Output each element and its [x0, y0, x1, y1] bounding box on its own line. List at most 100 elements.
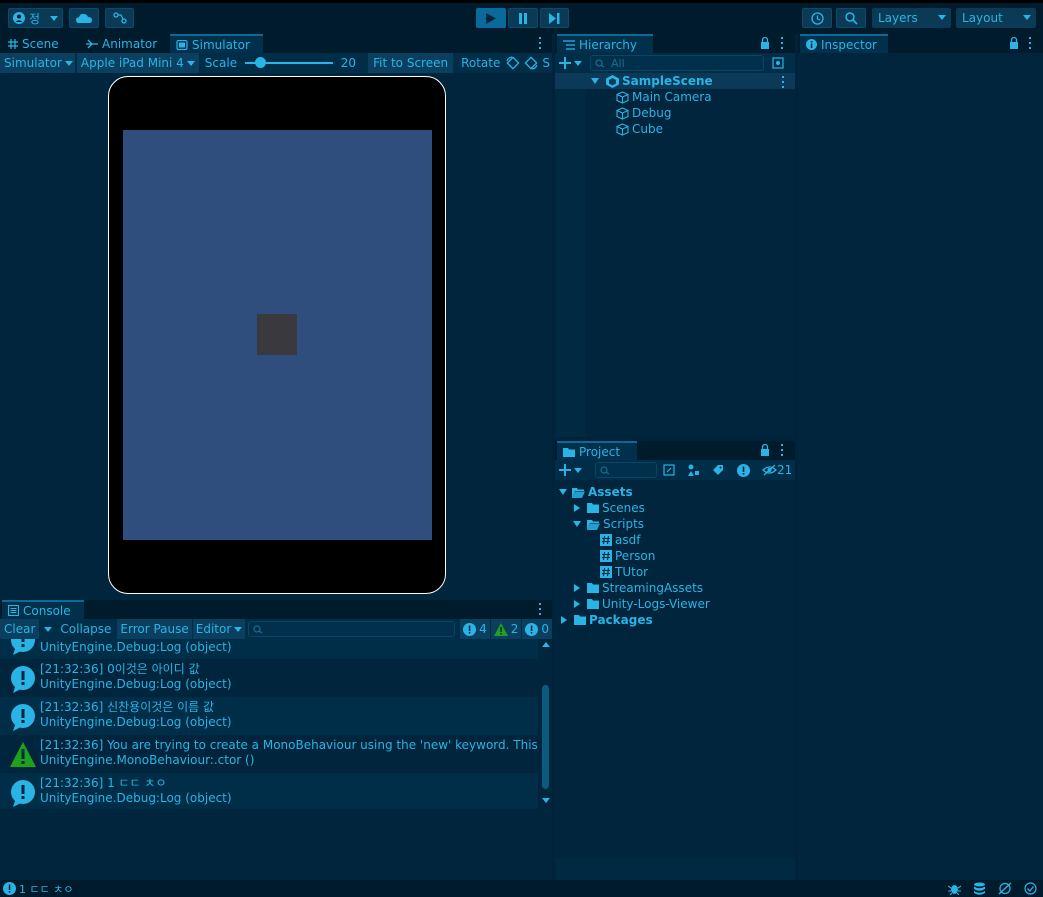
tab-inspector[interactable]: Inspector: [800, 34, 888, 53]
device-screen[interactable]: [123, 130, 432, 540]
error-filter-toggle[interactable]: 0: [522, 619, 552, 639]
console-scrollbar[interactable]: [539, 639, 552, 809]
safe-area-button[interactable]: S: [540, 53, 552, 73]
label-tag-icon[interactable]: [712, 464, 724, 476]
hierarchy-search-input[interactable]: All: [590, 55, 764, 71]
collapse-toggle[interactable]: Collapse: [56, 619, 115, 639]
search-button[interactable]: [836, 8, 866, 28]
tab-project-label: Project: [579, 444, 621, 459]
pause-button[interactable]: [508, 8, 538, 28]
project-script-asdf[interactable]: asdf: [600, 532, 640, 548]
hierarchy-item-debug[interactable]: Debug: [616, 105, 671, 121]
expand-arrow-icon[interactable]: [573, 521, 581, 527]
scale-slider[interactable]: [245, 53, 333, 73]
account-button[interactable]: 정: [8, 8, 63, 28]
more-options-icon[interactable]: [538, 37, 542, 49]
editor-dropdown[interactable]: Editor: [192, 619, 246, 639]
error-pause-toggle[interactable]: Error Pause: [117, 619, 192, 639]
log-entry[interactable]: [21:32:36] 1 ㄷㄷ ㅊㅇ UnityEngine.Debug:Log …: [0, 773, 538, 809]
more-options-icon[interactable]: [780, 37, 784, 49]
console-search-input[interactable]: [248, 621, 456, 637]
layers-dropdown[interactable]: Layers: [872, 8, 951, 28]
collapse-arrow-icon[interactable]: [574, 584, 580, 592]
warning-filter-icon[interactable]: [737, 463, 750, 477]
project-script-tutor[interactable]: TUtor: [600, 564, 648, 580]
log-entry[interactable]: [21:32:36] 신찬용이것은 이름 값 UnityEngine.Debug:…: [0, 697, 538, 735]
status-message[interactable]: 1 ㄷㄷ ㅊㅇ: [19, 881, 73, 897]
lock-icon[interactable]: [760, 444, 770, 456]
log-entry[interactable]: UnityEngine.Debug:Log (object): [0, 639, 538, 659]
clear-options-dropdown[interactable]: [39, 619, 56, 639]
scroll-down-icon[interactable]: [542, 798, 550, 803]
project-script-person[interactable]: Person: [600, 548, 655, 564]
expand-arrow-icon[interactable]: [559, 489, 567, 495]
script-label: asdf: [615, 533, 641, 547]
rotate-right-button[interactable]: [522, 53, 540, 73]
tab-scene[interactable]: Scene: [2, 34, 65, 53]
hierarchy-item-cube[interactable]: Cube: [616, 121, 663, 137]
tab-simulator[interactable]: Simulator: [170, 34, 263, 53]
project-folder-scenes[interactable]: Scenes: [574, 500, 645, 516]
create-asset-button[interactable]: [555, 460, 586, 480]
scrollbar-thumb[interactable]: [542, 685, 549, 789]
tab-hierarchy[interactable]: Hierarchy: [557, 34, 653, 53]
filter-type-icon[interactable]: [687, 464, 700, 476]
play-button[interactable]: [476, 8, 506, 28]
device-dropdown[interactable]: Apple iPad Mini 4: [76, 53, 199, 73]
project-folder-logs-viewer[interactable]: Unity-Logs-Viewer: [574, 596, 710, 612]
project-folder-packages[interactable]: Packages: [561, 612, 653, 628]
log-stack: UnityEngine.MonoBehaviour:.ctor (): [40, 753, 255, 767]
hierarchy-item-main-camera[interactable]: Main Camera: [616, 89, 712, 105]
hidden-packages-icon[interactable]: [762, 464, 777, 476]
device-bezel: [108, 76, 446, 594]
bug-icon[interactable]: [948, 882, 961, 895]
hierarchy-tabbar: Hierarchy: [555, 34, 795, 53]
collapse-arrow-icon[interactable]: [574, 504, 580, 512]
animator-icon: [86, 39, 98, 48]
layout-dropdown[interactable]: Layout: [956, 8, 1036, 28]
project-folder-assets[interactable]: Assets: [559, 484, 633, 500]
expand-arrow-icon[interactable]: [591, 78, 599, 84]
more-options-icon[interactable]: [780, 444, 784, 456]
history-button[interactable]: [802, 8, 832, 28]
project-search-input[interactable]: [595, 462, 657, 478]
step-button[interactable]: [540, 8, 569, 28]
grid-icon: [8, 38, 18, 49]
scene-options-icon[interactable]: [781, 76, 785, 88]
log-entry[interactable]: [21:32:36] You are trying to create a Mo…: [0, 735, 538, 773]
more-options-icon[interactable]: [538, 603, 542, 615]
scale-slider-handle[interactable]: [255, 57, 267, 68]
fit-to-screen-button[interactable]: Fit to Screen: [368, 53, 454, 73]
create-button[interactable]: [555, 53, 586, 73]
folder-label: Packages: [589, 613, 653, 627]
scene-row[interactable]: SampleScene: [591, 73, 713, 89]
log-stack: UnityEngine.Debug:Log (object): [40, 715, 232, 729]
scroll-up-icon[interactable]: [542, 642, 550, 647]
more-options-icon[interactable]: [1028, 37, 1032, 49]
collapse-arrow-icon[interactable]: [561, 616, 567, 624]
tab-project[interactable]: Project: [557, 441, 637, 460]
info-filter-toggle[interactable]: 4: [460, 619, 490, 639]
lock-icon[interactable]: [1009, 37, 1019, 49]
log-entry[interactable]: [21:32:36] 0이것은 아이디 값 UnityEngine.Debug:L…: [0, 659, 538, 697]
cloud-button[interactable]: [69, 8, 99, 28]
project-folder-streaming-assets[interactable]: StreamingAssets: [574, 580, 703, 596]
collab-button[interactable]: [105, 8, 134, 28]
check-circle-icon[interactable]: [1024, 882, 1037, 895]
lock-icon[interactable]: [760, 37, 770, 49]
scene-visibility-icon[interactable]: [772, 57, 784, 69]
project-folder-scripts[interactable]: Scripts: [573, 516, 644, 532]
tab-animator[interactable]: Animator: [80, 34, 163, 53]
simulator-mode-dropdown[interactable]: Simulator: [0, 53, 75, 73]
pause-icon: [519, 12, 527, 24]
search-by-type-icon[interactable]: [663, 464, 675, 476]
warning-filter-toggle[interactable]: 2: [490, 619, 522, 639]
clear-button[interactable]: Clear: [0, 619, 40, 639]
tab-console[interactable]: Console: [2, 600, 84, 619]
collapse-arrow-icon[interactable]: [574, 600, 580, 608]
rotate-left-button[interactable]: [504, 53, 522, 73]
log-stack: UnityEngine.Debug:Log (object): [40, 791, 232, 805]
network-off-icon[interactable]: [998, 882, 1012, 895]
layout-label: Layout: [962, 11, 1003, 25]
database-icon[interactable]: [973, 882, 986, 895]
